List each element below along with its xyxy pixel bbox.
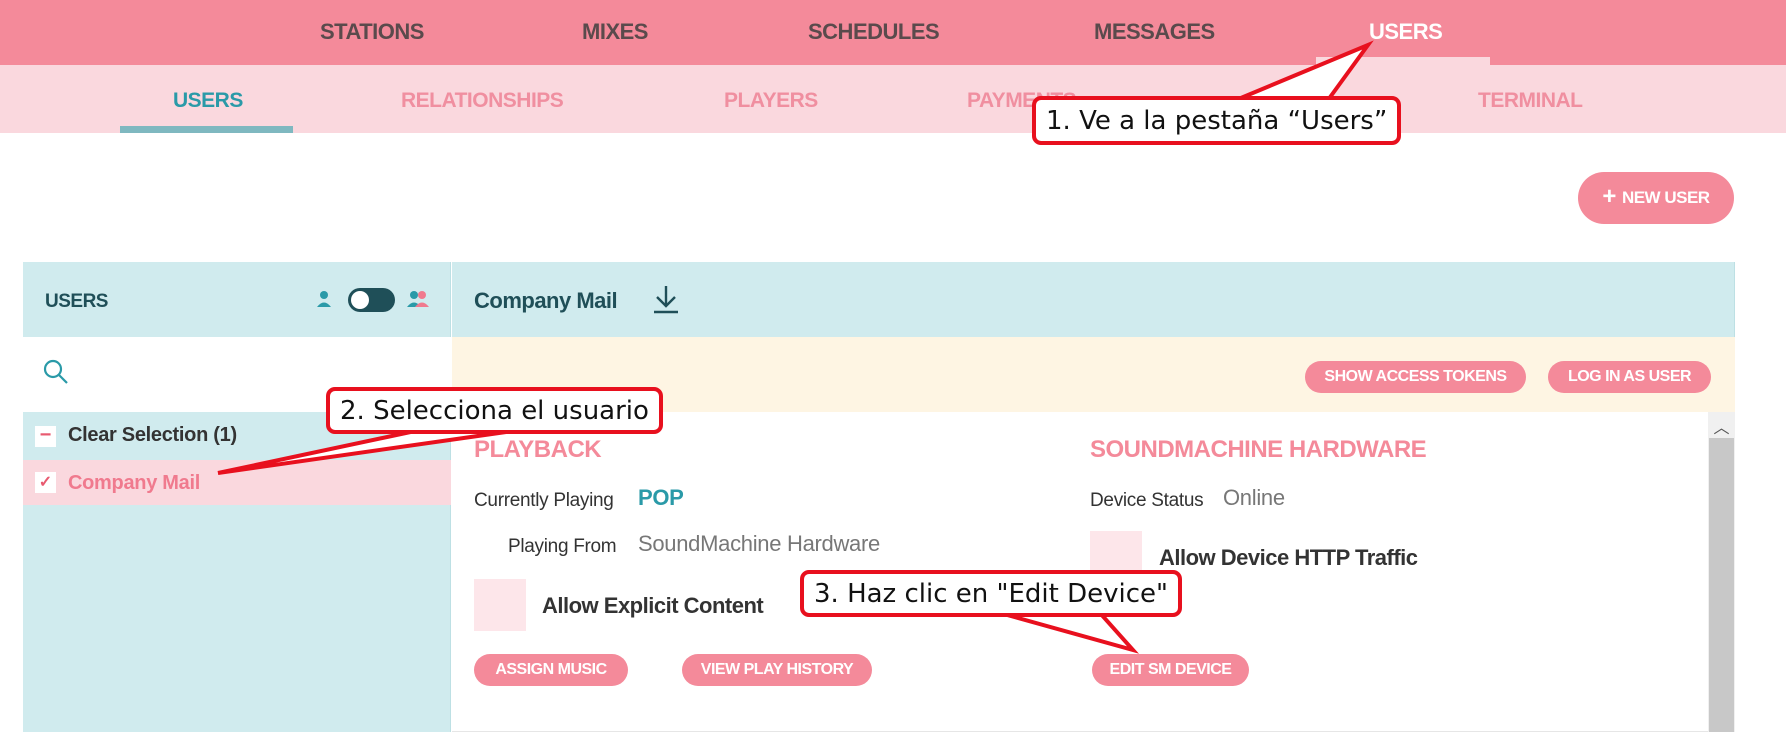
tab-messages[interactable]: MESSAGES [1094,19,1215,45]
toggle-knob [351,291,369,309]
subtab-terminal[interactable]: TERMINAL [1478,89,1583,113]
download-icon[interactable] [652,284,680,314]
top-navigation: STATIONS MIXES SCHEDULES MESSAGES USERS [0,0,1786,65]
device-status-value: Online [1223,485,1285,510]
log-in-as-user-button[interactable]: LOG IN AS USER [1548,361,1711,393]
plus-icon: + [1602,183,1616,210]
view-play-history-button[interactable]: VIEW PLAY HISTORY [682,654,872,686]
allow-explicit-checkbox[interactable] [474,579,526,631]
currently-playing-label: Currently Playing [474,490,614,511]
currently-playing-value: POP [638,485,684,510]
playing-from-label: Playing From [508,536,617,557]
assign-music-button[interactable]: ASSIGN MUSIC [474,654,628,686]
minus-icon: − [35,425,56,447]
playback-section-title: PLAYBACK [474,436,602,463]
subtab-relationships[interactable]: RELATIONSHIPS [401,89,564,113]
callout-step-2: 2. Selecciona el usuario [326,387,663,434]
users-panel-title: USERS [45,291,108,312]
playing-from-value: SoundMachine Hardware [638,531,880,556]
allow-http-label: Allow Device HTTP Traffic [1159,545,1418,570]
callout-step-1: 1. Ve a la pestaña “Users” [1032,96,1402,145]
tab-schedules[interactable]: SCHEDULES [808,19,940,45]
single-user-icon[interactable] [316,290,332,308]
user-detail-header: Company Mail [452,262,1735,337]
tab-mixes[interactable]: MIXES [582,19,648,45]
hardware-section-title: SOUNDMACHINE HARDWARE [1090,436,1427,463]
active-tab-indicator [1316,57,1490,65]
user-list-item[interactable]: ✓ Company Mail [23,460,451,505]
clear-selection-label: Clear Selection (1) [68,424,237,446]
checkmark-icon: ✓ [35,472,56,493]
tab-users[interactable]: USERS [1369,19,1443,45]
show-access-tokens-button[interactable]: SHOW ACCESS TOKENS [1305,361,1526,393]
user-name: Company Mail [68,472,200,494]
edit-sm-device-button[interactable]: EDIT SM DEVICE [1092,654,1249,686]
subtab-users[interactable]: USERS [173,89,243,113]
allow-explicit-label: Allow Explicit Content [542,593,764,618]
active-subtab-indicator [120,126,293,133]
multi-user-icon[interactable] [406,290,430,308]
user-view-toggle[interactable] [348,288,395,312]
device-status-label: Device Status [1090,490,1204,511]
users-panel-header: USERS [23,262,451,337]
new-user-label: NEW USER [1621,188,1710,207]
new-user-button[interactable]: + NEW USER [1578,172,1734,224]
selected-user-title: Company Mail [474,288,618,313]
search-icon [43,359,68,384]
sub-navigation: USERS RELATIONSHIPS PLAYERS PAYMENTS TER… [0,65,1786,133]
callout-step-3: 3. Haz clic en "Edit Device" [800,570,1182,617]
users-panel: USERS − Clear Selection (1) ✓ Company Ma… [23,262,451,732]
tab-stations[interactable]: STATIONS [320,19,424,45]
scroll-up-icon[interactable]: ︿ [1708,414,1735,437]
subtab-players[interactable]: PLAYERS [724,89,818,113]
content-scrollbar[interactable]: ︿ [1708,412,1735,732]
scrollbar-thumb[interactable] [1709,438,1734,732]
